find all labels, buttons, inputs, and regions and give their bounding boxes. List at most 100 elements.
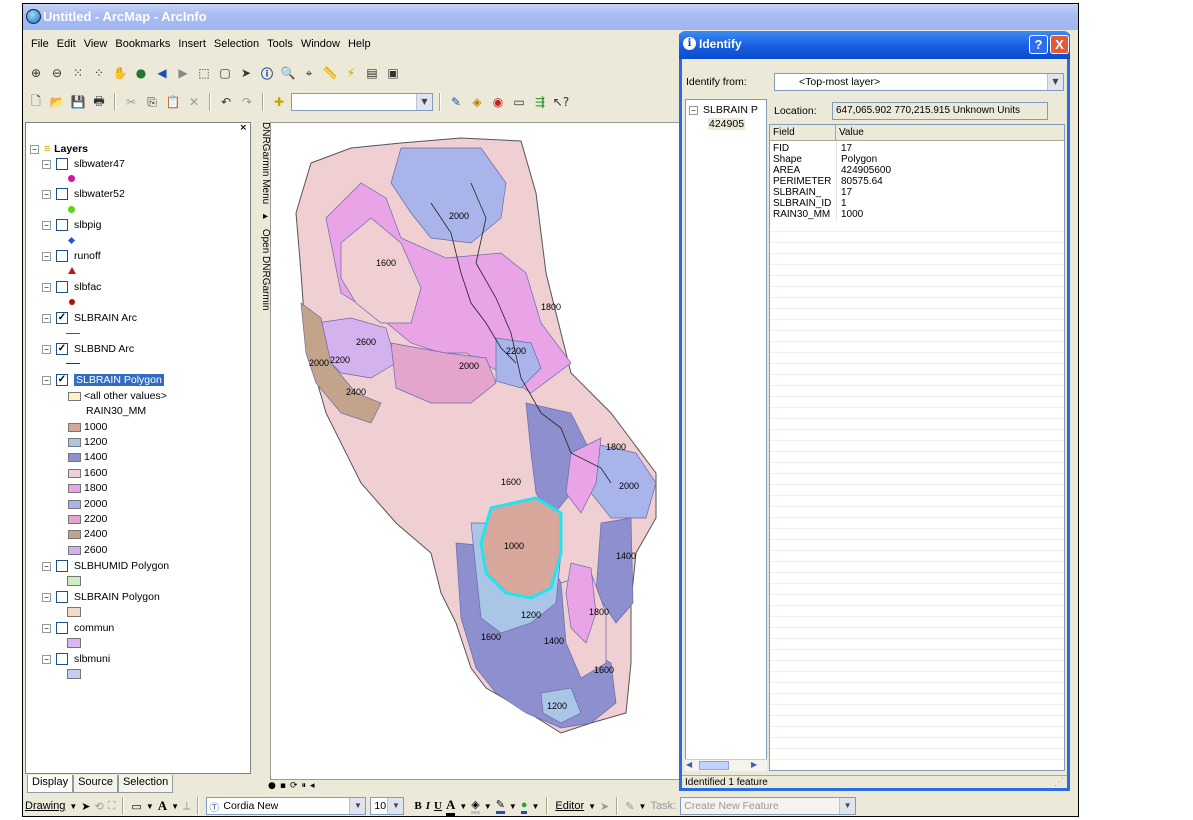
toc-layer-slbrain-polygon-2[interactable]: − SLBRAIN Polygon: [42, 589, 160, 605]
layer-visibility-checkbox[interactable]: ✓: [56, 312, 68, 324]
refresh-icon[interactable]: ⟳: [290, 781, 298, 791]
add-data-icon[interactable]: ✚: [270, 93, 288, 111]
help-button[interactable]: ?: [1029, 35, 1048, 54]
menu-tools[interactable]: Tools: [267, 38, 293, 50]
rotate-icon[interactable]: ⟲: [95, 800, 104, 813]
underline-icon[interactable]: U: [434, 800, 442, 812]
forward-extent-icon[interactable]: ▶: [174, 64, 192, 82]
toc-layer-slbmuni[interactable]: − slbmuni: [42, 651, 110, 667]
line-color-icon[interactable]: ✎: [495, 798, 505, 814]
arccatalog-icon[interactable]: ◈: [468, 93, 486, 111]
italic-icon[interactable]: I: [426, 800, 430, 812]
layer-visibility-checkbox[interactable]: [56, 158, 68, 170]
select-elements-arrow-icon[interactable]: ➤: [81, 800, 90, 813]
menu-edit[interactable]: Edit: [57, 38, 76, 50]
collapse-icon[interactable]: −: [42, 623, 51, 633]
pan-hand-icon[interactable]: ✋: [111, 64, 129, 82]
editor-menu[interactable]: Editor: [555, 800, 584, 812]
layer-visibility-checkbox[interactable]: [56, 560, 68, 572]
full-extent-globe-icon[interactable]: ●: [132, 64, 150, 82]
menu-help[interactable]: Help: [348, 38, 371, 50]
save-disk-icon[interactable]: 💾: [69, 93, 87, 111]
menu-selection[interactable]: Selection: [214, 38, 259, 50]
toc-layer-slbpig[interactable]: − slbpig: [42, 217, 101, 233]
collapse-icon[interactable]: −: [689, 105, 698, 115]
sketch-tool-icon[interactable]: ✎: [625, 800, 634, 813]
layer-visibility-checkbox[interactable]: [56, 219, 68, 231]
print-icon[interactable]: 🖶: [90, 93, 108, 111]
whats-this-help-icon[interactable]: ↖?: [552, 93, 570, 111]
delete-icon[interactable]: ✕: [185, 93, 203, 111]
close-button[interactable]: X: [1050, 35, 1069, 54]
fixed-zoom-out-icon[interactable]: ⁘: [90, 64, 108, 82]
toc-layer-slbfac[interactable]: − slbfac: [42, 279, 101, 295]
font-size-select[interactable]: 10 ▼: [370, 797, 405, 815]
zoom-out-icon[interactable]: ⊖: [48, 64, 66, 82]
collapse-icon[interactable]: −: [42, 189, 51, 199]
toc-layer-slbbnd-arc[interactable]: − ✓ SLBBND Arc: [42, 341, 134, 357]
collapse-icon[interactable]: −: [42, 375, 51, 385]
toc-layer-slbwater52[interactable]: − slbwater52: [42, 186, 125, 202]
back-extent-icon[interactable]: ◀: [153, 64, 171, 82]
editor-toolbar-icon[interactable]: ✎: [447, 93, 465, 111]
clear-selection-icon[interactable]: ▢: [216, 64, 234, 82]
bold-icon[interactable]: B: [414, 800, 421, 812]
fixed-zoom-in-icon[interactable]: ⁙: [69, 64, 87, 82]
select-elements-arrow-icon[interactable]: ➤: [237, 64, 255, 82]
arctoolbox-icon[interactable]: ◉: [489, 93, 507, 111]
task-select[interactable]: Create New Feature ▼: [680, 797, 857, 815]
font-color-icon[interactable]: A: [445, 797, 456, 816]
layer-visibility-checkbox[interactable]: [56, 250, 68, 262]
paste-icon[interactable]: 📋: [164, 93, 182, 111]
collapse-icon[interactable]: −: [42, 220, 51, 230]
toc-layer-slbwater47[interactable]: − slbwater47: [42, 156, 125, 172]
collapse-icon[interactable]: −: [42, 282, 51, 292]
menu-insert[interactable]: Insert: [178, 38, 206, 50]
copy-icon[interactable]: ⎘: [143, 93, 161, 111]
toc-layer-commun[interactable]: − commun: [42, 620, 114, 636]
marker-color-icon[interactable]: ●: [520, 799, 528, 814]
pause-draw-icon[interactable]: ⏸: [302, 781, 307, 791]
tree-feature-node[interactable]: 424905: [708, 116, 746, 132]
go-to-xy-icon[interactable]: ⌖: [300, 64, 318, 82]
zoom-in-icon[interactable]: ⊕: [27, 64, 45, 82]
new-document-icon[interactable]: 🗋: [27, 93, 45, 111]
value-column-header[interactable]: Value: [836, 125, 1064, 141]
menu-bookmarks[interactable]: Bookmarks: [115, 38, 170, 50]
layer-visibility-checkbox[interactable]: ✓: [56, 374, 68, 386]
toc-layer-slbhumid-polygon[interactable]: − SLBHUMID Polygon: [42, 558, 169, 574]
collapse-icon[interactable]: −: [42, 654, 51, 664]
resize-grip-icon[interactable]: ⋰: [1054, 776, 1064, 790]
edit-vertices-icon[interactable]: ⟂: [183, 800, 190, 813]
layers-root[interactable]: − ≡ Layers: [30, 141, 88, 157]
layer-visibility-checkbox[interactable]: ✓: [56, 343, 68, 355]
layer-visibility-checkbox[interactable]: [56, 653, 68, 665]
command-line-icon[interactable]: ▭: [510, 93, 528, 111]
new-text-icon[interactable]: A: [158, 798, 167, 814]
fill-color-icon[interactable]: ◈: [471, 798, 480, 814]
field-column-header[interactable]: Field: [770, 125, 836, 141]
open-folder-icon[interactable]: 📂: [48, 93, 66, 111]
toc-layer-runoff[interactable]: − runoff: [42, 248, 101, 264]
html-popup-icon[interactable]: ▤: [363, 64, 381, 82]
identify-icon[interactable]: ⓘ: [258, 64, 276, 82]
tab-display[interactable]: Display: [27, 775, 74, 793]
measure-icon[interactable]: 📏: [321, 64, 339, 82]
map-scale-combo[interactable]: ▼: [291, 93, 433, 111]
menu-view[interactable]: View: [84, 38, 108, 50]
scroll-thumb[interactable]: [699, 761, 729, 770]
menu-file[interactable]: File: [31, 38, 49, 50]
collapse-icon[interactable]: −: [42, 561, 51, 571]
collapse-icon[interactable]: −: [42, 592, 51, 602]
drawing-menu[interactable]: Drawing: [25, 800, 65, 812]
toc-close-icon[interactable]: ×: [239, 123, 247, 133]
layout-view-icon[interactable]: ▪: [280, 781, 286, 791]
edit-tool-icon[interactable]: ➤: [600, 800, 609, 813]
redo-icon[interactable]: ↷: [238, 93, 256, 111]
layer-visibility-checkbox[interactable]: [56, 188, 68, 200]
layer-visibility-checkbox[interactable]: [56, 281, 68, 293]
menu-window[interactable]: Window: [301, 38, 340, 50]
data-view-icon[interactable]: ●: [268, 781, 276, 791]
toc-layer-slbrain-polygon[interactable]: − ✓ SLBRAIN Polygon: [42, 372, 164, 388]
font-name-select[interactable]: Ⓣ Cordia New ▼: [206, 797, 367, 815]
